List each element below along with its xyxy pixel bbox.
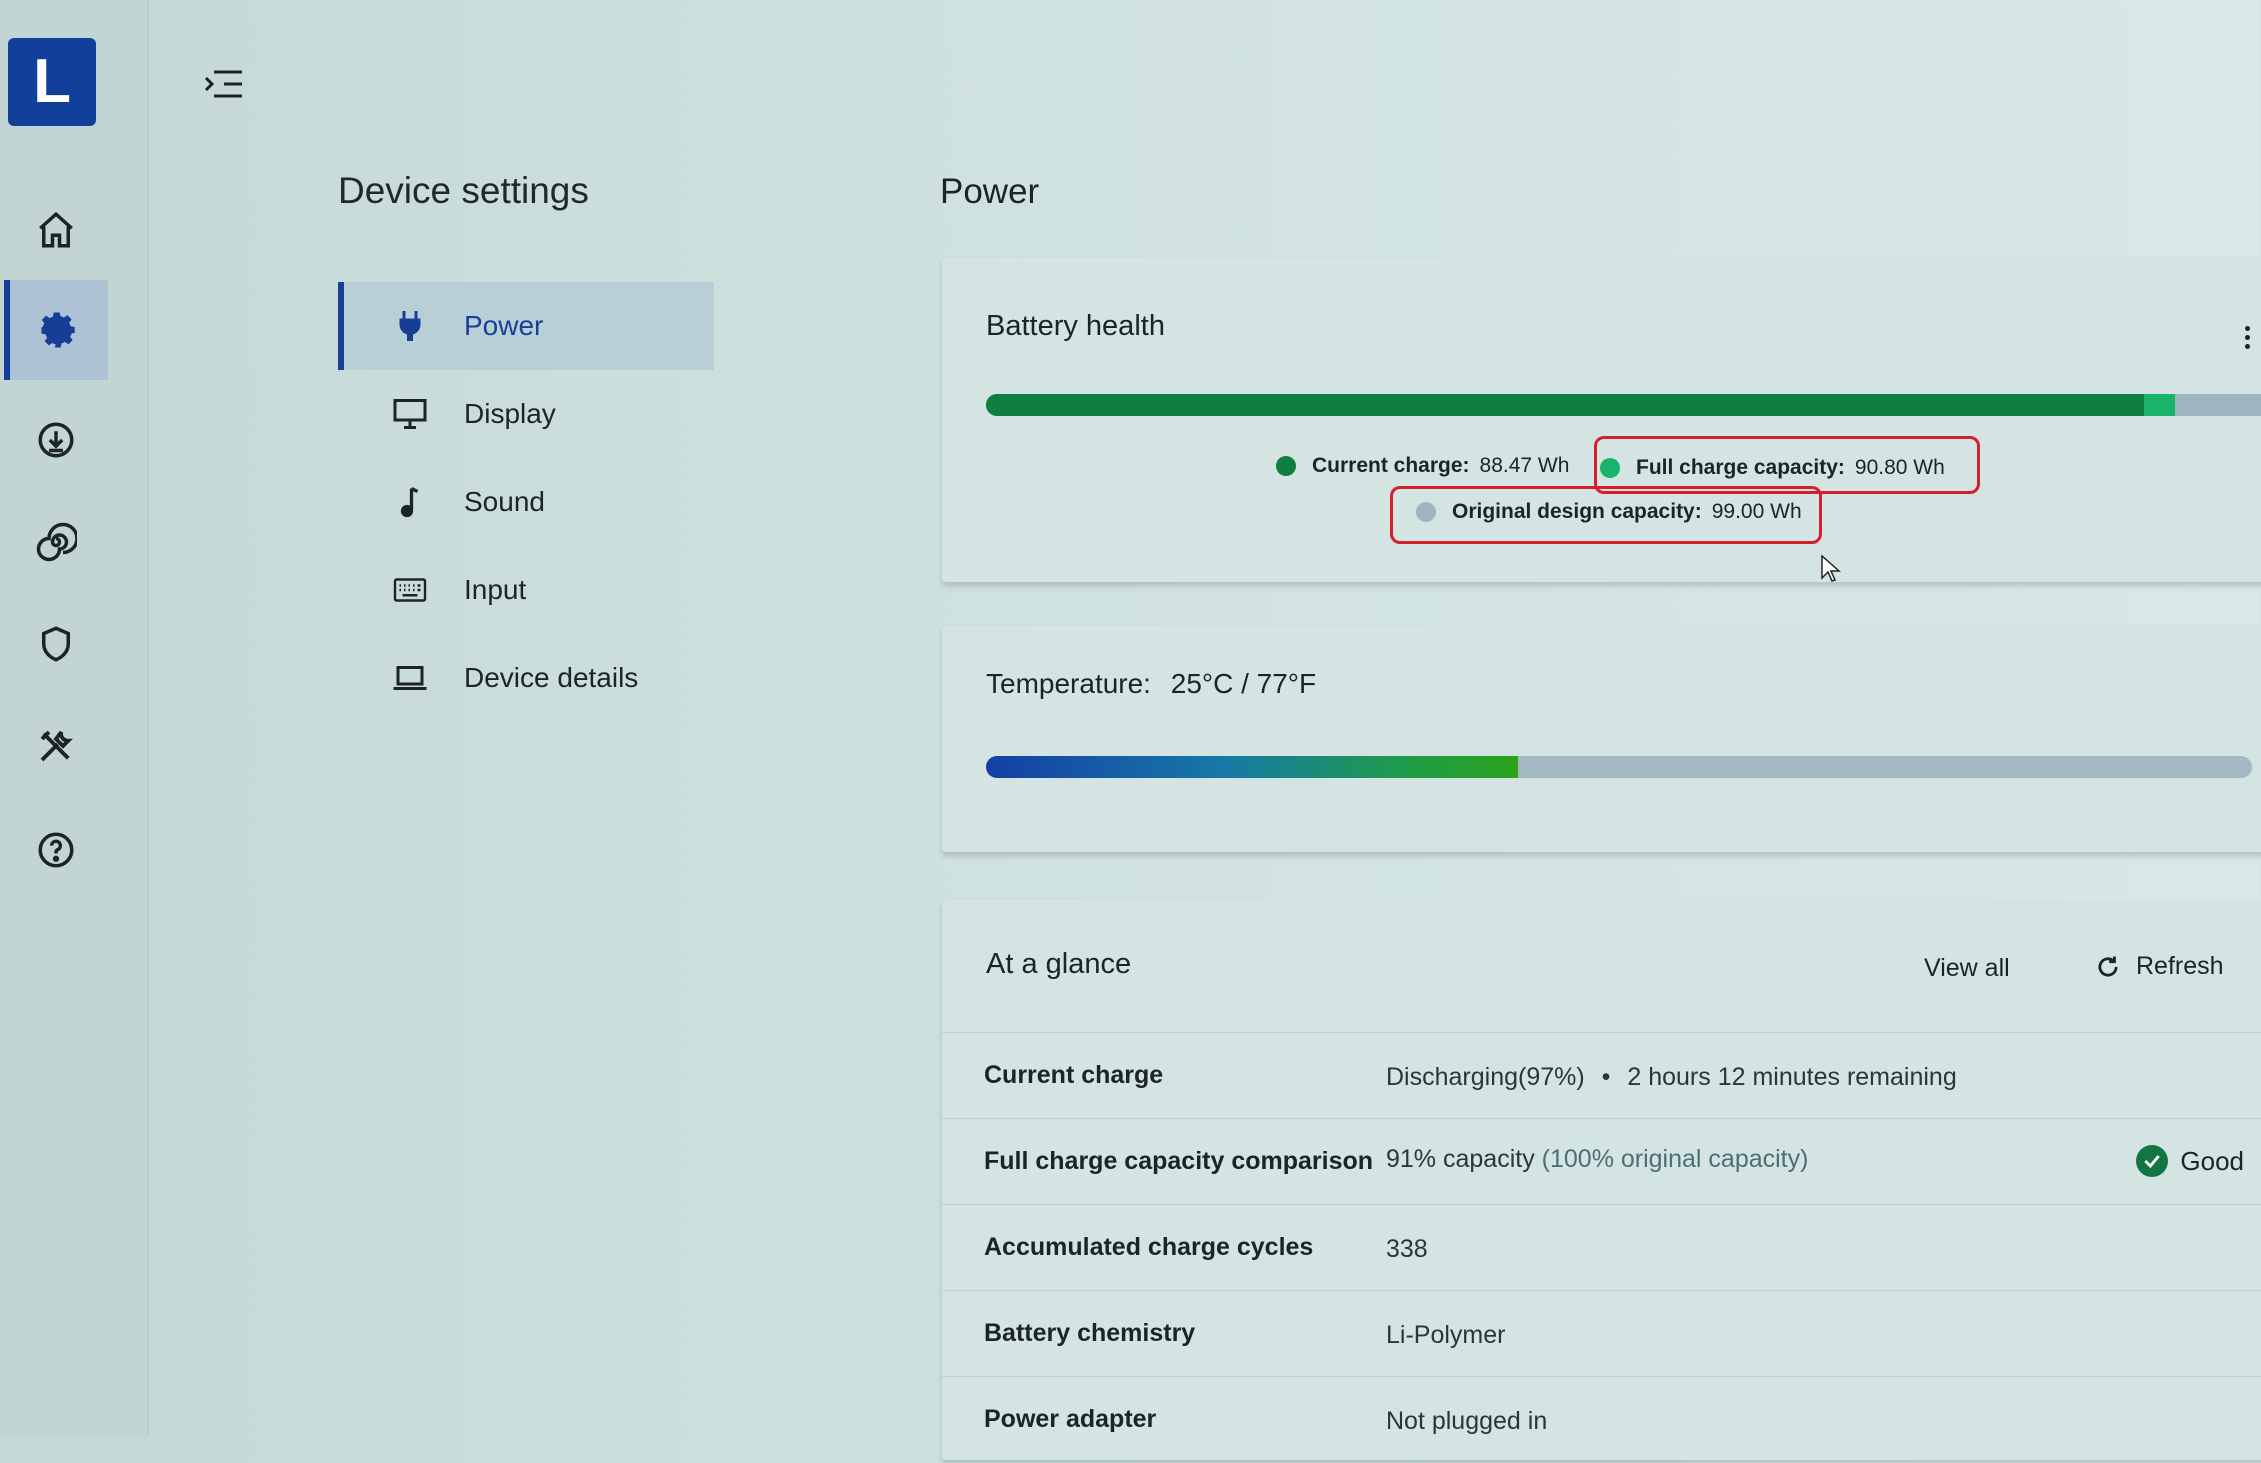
table-row: Battery chemistry Li-Polymer — [942, 1290, 2261, 1377]
battery-health-card: Battery health Current charge: 88.47 Wh … — [942, 258, 2261, 582]
tools-icon — [40, 730, 74, 762]
legend-design-capacity: Original design capacity: 99.00 Wh — [1416, 500, 1802, 524]
legend-full-charge: Full charge capacity: 90.80 Wh — [1600, 456, 1945, 480]
current-charge-dot — [1276, 456, 1296, 476]
row-key: Battery chemistry — [984, 1319, 1196, 1347]
monitor-icon — [388, 396, 432, 432]
more-options-icon[interactable] — [2242, 326, 2252, 354]
page-title: Power — [940, 172, 1040, 211]
shield-icon — [42, 626, 70, 662]
design-capacity-dot — [1416, 502, 1436, 522]
temperature-label: Temperature: — [986, 668, 1151, 699]
design-capacity-value: 99.00 Wh — [1711, 500, 1802, 523]
row-value: 91% capacity (100% original capacity) — [1386, 1145, 1809, 1173]
design-capacity-label: Original design capacity: — [1452, 500, 1702, 523]
home-icon — [39, 211, 73, 248]
full-charge-dot — [1600, 458, 1620, 478]
row-value: Li-Polymer — [1386, 1321, 1506, 1349]
nav-label-input: Input — [464, 574, 527, 605]
full-charge-value: 90.80 Wh — [1854, 456, 1945, 479]
at-a-glance-card: At a glance View all Refresh Current cha… — [942, 900, 2261, 1460]
row-key: Full charge capacity comparison — [984, 1147, 1374, 1175]
music-note-icon — [388, 484, 432, 520]
row-key: Accumulated charge cycles — [984, 1233, 1314, 1261]
nav-item-device-details[interactable]: Device details — [338, 634, 714, 722]
row-key: Current charge — [984, 1061, 1164, 1089]
help-icon — [38, 832, 74, 868]
row-value: Discharging(97%) • 2 hours 12 minutes re… — [1386, 1063, 1957, 1091]
nav-item-display[interactable]: Display — [338, 370, 714, 458]
rail-settings[interactable] — [4, 280, 108, 380]
spiral-icon — [36, 522, 77, 562]
row-key: Power adapter — [984, 1405, 1157, 1433]
battery-capacity-bar — [986, 394, 2261, 416]
status-badge: Good — [2136, 1145, 2244, 1177]
refresh-button[interactable]: Refresh — [2094, 952, 2224, 981]
temperature-value: 25°C / 77°F — [1170, 668, 1317, 699]
menu-toggle-icon[interactable] — [202, 66, 246, 102]
current-charge-value: 88.47 Wh — [1479, 454, 1570, 477]
app-rail: L — [0, 0, 149, 1437]
check-circle-icon — [2136, 1145, 2169, 1177]
nav-item-sound[interactable]: Sound — [338, 458, 714, 546]
rail-smart-performance[interactable] — [6, 492, 106, 592]
battery-health-title: Battery health — [986, 310, 1165, 342]
temperature-fill — [986, 756, 1518, 778]
plug-icon — [388, 308, 432, 344]
current-charge-label: Current charge: — [1312, 454, 1470, 477]
rail-home[interactable] — [6, 180, 106, 280]
settings-title: Device settings — [338, 170, 589, 211]
refresh-icon — [2098, 956, 2118, 976]
row-value: 338 — [1386, 1235, 1428, 1263]
nav-label-power: Power — [464, 310, 544, 341]
nav-label-sound: Sound — [464, 486, 545, 517]
rail-updates[interactable] — [6, 390, 106, 490]
full-charge-label: Full charge capacity: — [1636, 456, 1845, 479]
at-a-glance-title: At a glance — [986, 948, 1132, 980]
table-row: Power adapter Not plugged in — [942, 1376, 2261, 1463]
temperature-heading: Temperature: 25°C / 77°F — [986, 668, 1316, 700]
settings-nav: Power Display Sound Input Device details — [338, 282, 714, 722]
keyboard-icon — [388, 572, 432, 608]
laptop-icon — [388, 660, 432, 696]
legend-current-charge: Current charge: 88.47 Wh — [1276, 454, 1569, 478]
current-charge-segment — [986, 394, 2145, 416]
gear-icon — [41, 312, 75, 348]
temperature-bar — [986, 756, 2252, 778]
nav-label-device-details: Device details — [464, 662, 639, 693]
table-row: Current charge Discharging(97%) • 2 hour… — [942, 1032, 2261, 1119]
rail-tools[interactable] — [6, 696, 106, 796]
nav-item-input[interactable]: Input — [338, 546, 714, 634]
rail-help[interactable] — [6, 800, 106, 900]
table-row: Full charge capacity comparison 91% capa… — [942, 1118, 2261, 1205]
mouse-cursor-icon — [1821, 554, 1841, 582]
rail-security[interactable] — [6, 594, 106, 694]
download-icon — [38, 422, 74, 458]
nav-item-power[interactable]: Power — [338, 282, 714, 370]
row-value: Not plugged in — [1386, 1407, 1548, 1435]
app-logo[interactable]: L — [8, 38, 96, 126]
temperature-card: Temperature: 25°C / 77°F — [942, 626, 2261, 852]
refresh-label: Refresh — [2136, 952, 2224, 980]
table-row: Accumulated charge cycles 338 — [942, 1204, 2261, 1291]
view-all-link[interactable]: View all — [1924, 954, 2010, 983]
nav-label-display: Display — [464, 398, 556, 429]
